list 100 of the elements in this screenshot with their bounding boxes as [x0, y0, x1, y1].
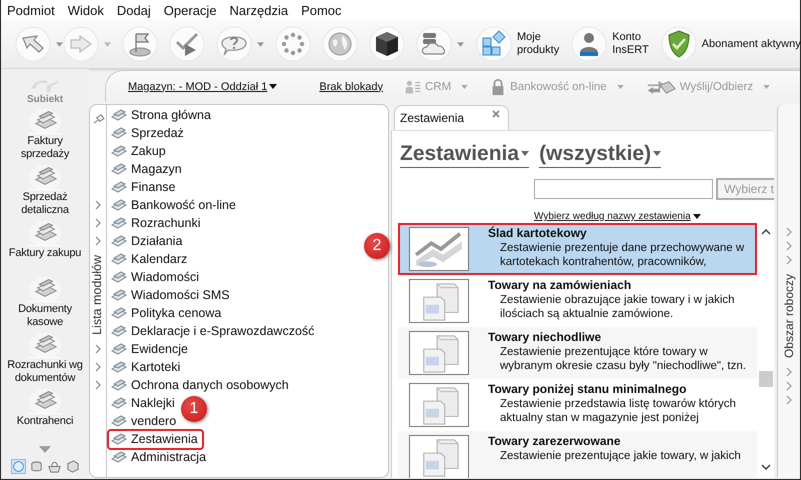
toolbar-button[interactable]: Konto InsERT: [571, 26, 649, 62]
menu-item[interactable]: Narzędzia: [230, 2, 288, 18]
module-item[interactable]: Finanse: [107, 176, 182, 198]
down-arrow-icon[interactable]: [39, 446, 51, 453]
module-item[interactable]: Sprzedaż: [107, 122, 190, 144]
chevrons-icon[interactable]: [785, 366, 793, 406]
module-item[interactable]: Wiadomości SMS: [107, 284, 236, 306]
scroll-down-icon[interactable]: [760, 464, 770, 470]
module-item[interactable]: Naklejki: [107, 392, 181, 414]
module-icon: [111, 287, 127, 303]
module-item[interactable]: vendero: [107, 410, 182, 432]
chevron-right-icon[interactable]: [95, 236, 101, 246]
report-title: Towary poniżej stanu minimalnego: [488, 382, 688, 397]
module-item[interactable]: Działania: [107, 230, 188, 252]
module-item[interactable]: Zakup: [107, 140, 172, 162]
caret-icon[interactable]: [257, 42, 264, 46]
module-item[interactable]: Zestawienia: [107, 428, 204, 450]
chevrons-icon[interactable]: [785, 226, 793, 266]
box-icon[interactable]: [64, 459, 80, 474]
module-icon: [111, 233, 127, 249]
category-dropdown[interactable]: Zestawienia: [400, 140, 530, 168]
module-icon: [111, 413, 127, 429]
module-icon: [111, 395, 127, 411]
basket-icon[interactable]: [46, 459, 62, 474]
report-item[interactable]: Ślad kartotekowy Zestawienie prezentuje dane przechowywane w kartotekach kontrahentów, pracowników,: [398, 223, 757, 275]
menu-item[interactable]: Podmiot: [7, 2, 55, 18]
module-item[interactable]: Ochrona danych osobowych: [107, 374, 295, 396]
module-item[interactable]: Wiadomości: [107, 266, 206, 288]
module-icon: [111, 197, 127, 213]
check-play-icon[interactable]: [169, 26, 205, 62]
caret-icon: [692, 214, 701, 219]
chevron-right-icon[interactable]: [95, 380, 101, 390]
module-icon: [111, 377, 127, 393]
menu-item[interactable]: Dodaj: [116, 2, 151, 18]
dots-ring-icon[interactable]: [275, 26, 311, 62]
panel-title: Obszar roboczy: [782, 274, 796, 358]
navigation-item[interactable]: Rozrachunki wg dokumentów: [3, 329, 87, 385]
module-icon: [111, 449, 127, 465]
navigation-item[interactable]: Faktury zakupu: [3, 217, 87, 273]
flag-icon[interactable]: [122, 26, 158, 62]
module-item[interactable]: Kalendarz: [107, 248, 194, 270]
chevron-right-icon[interactable]: [95, 200, 101, 210]
navigation-item[interactable]: Dokumenty kasowe: [3, 273, 87, 329]
report-item[interactable]: Towary niechodliwe Zestawienie prezentujące które towary w wybranym okresie czasu były "niechodliwe", tzn.: [398, 327, 757, 379]
module-item[interactable]: Strona główna: [107, 104, 217, 126]
caret-icon[interactable]: [457, 42, 464, 46]
search-field[interactable]: [534, 179, 714, 199]
module-item[interactable]: Kartoteki: [107, 356, 186, 378]
toolbar-button[interactable]: Moje produkty: [476, 26, 560, 62]
filter-dropdown[interactable]: (wszystkie): [539, 140, 662, 168]
report-title: Towary niechodliwe: [488, 330, 602, 345]
report-description: Zestawienie przedstawia listę towarów których aktualny stan w magazynie jest poniżej: [499, 397, 736, 425]
menu-item[interactable]: Operacje: [164, 2, 217, 18]
toolbar-button-label: Konto InsERT: [612, 31, 649, 57]
report-description: Zestawienie prezentuje dane przechowywane w kartotekach kontrahentów, pracowników,: [499, 241, 744, 269]
globe-icon[interactable]: [322, 26, 358, 62]
module-icon: [111, 323, 127, 339]
app-name: Subiekt: [26, 94, 64, 105]
module-icon: [111, 161, 127, 177]
module-item[interactable]: Ewidencje: [107, 338, 194, 360]
module-icon: [111, 125, 127, 141]
lock-status-link[interactable]: Brak blokady: [319, 80, 383, 92]
navigation-item[interactable]: Sprzedaż detaliczna: [3, 161, 87, 217]
cube-icon[interactable]: [369, 26, 405, 62]
module-icon: [111, 431, 127, 447]
caret-icon: [461, 84, 468, 88]
chevron-right-icon[interactable]: [95, 362, 101, 372]
sort-link[interactable]: Wybierz według nazwy zestawienia: [534, 211, 701, 222]
caret-icon: [763, 84, 770, 88]
caret-icon: [616, 84, 624, 88]
circle-icon[interactable]: [10, 459, 26, 474]
module-icon: [111, 359, 127, 375]
menu-item[interactable]: Widok: [68, 2, 104, 18]
warehouse-link[interactable]: Magazyn: - MOD - Oddział 1: [128, 80, 278, 92]
chevron-right-icon[interactable]: [95, 344, 101, 354]
module-item[interactable]: Deklaracje i e-Sprawozdawczość: [107, 320, 320, 342]
caret-icon: [521, 151, 530, 156]
caret-icon: [653, 151, 662, 156]
scrollbar-thumb[interactable]: [759, 371, 773, 387]
chevron-right-icon[interactable]: [95, 218, 101, 228]
report-item[interactable]: Towary zarezerwowane Zestawienie prezentujące jakie towary, w jakich: [398, 431, 757, 478]
navigation-item[interactable]: Kontrahenci: [3, 385, 87, 441]
help-icon[interactable]: [216, 26, 252, 62]
module-item[interactable]: Magazyn: [107, 158, 188, 180]
module-icon: [111, 143, 127, 159]
close-icon[interactable]: [492, 110, 500, 118]
module-item[interactable]: Rozrachunki: [107, 212, 206, 234]
module-item[interactable]: Bankowość on-line: [107, 194, 242, 216]
tab[interactable]: Zestawienia: [394, 105, 509, 130]
pin-icon[interactable]: [92, 114, 105, 125]
module-item[interactable]: Polityka cenowa: [107, 302, 228, 324]
person-icon: [571, 26, 608, 62]
panel-title: Lista modułów: [90, 255, 105, 335]
navigation-item[interactable]: Faktury sprzedaży: [3, 105, 87, 161]
menu-item[interactable]: Pomoc: [301, 2, 342, 18]
cloud-database-icon[interactable]: [416, 26, 452, 62]
caret-icon[interactable]: [56, 42, 63, 46]
scroll-up-icon[interactable]: [760, 229, 770, 235]
coins-icon[interactable]: [28, 459, 44, 474]
module-item[interactable]: Administracja: [107, 446, 212, 468]
